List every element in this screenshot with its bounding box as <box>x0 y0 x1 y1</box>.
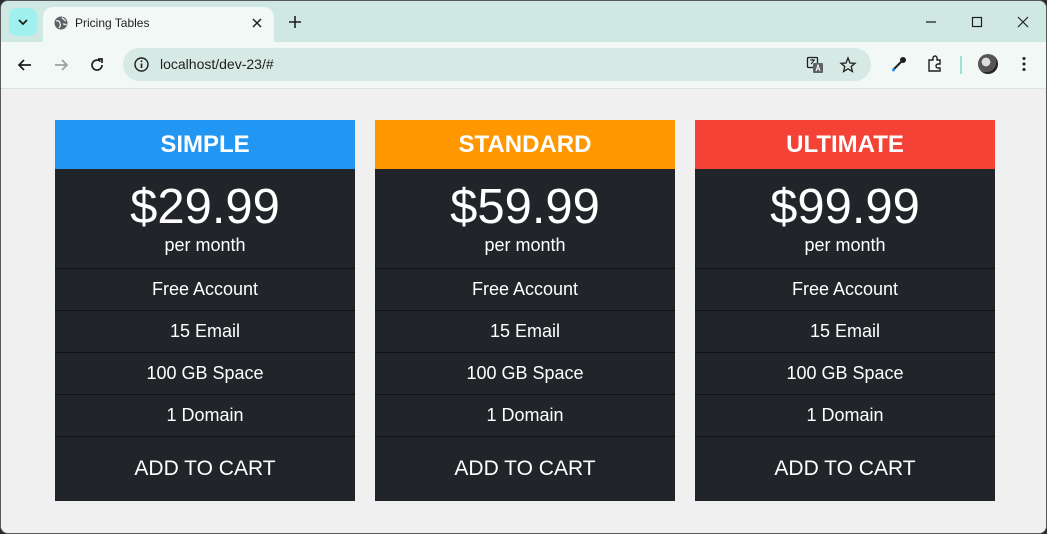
tab-strip: Pricing Tables <box>1 1 1046 42</box>
feature-item: 15 Email <box>375 311 675 353</box>
pricing-card-ultimate: ULTIMATE $99.99 per month Free Account 1… <box>695 120 995 501</box>
pricing-card-simple: SIMPLE $29.99 per month Free Account 15 … <box>55 120 355 501</box>
feature-item: Free Account <box>375 269 675 311</box>
pricing-card-standard: STANDARD $59.99 per month Free Account 1… <box>375 120 675 501</box>
page-viewport: SIMPLE $29.99 per month Free Account 15 … <box>1 89 1046 533</box>
price-block: $99.99 per month <box>695 169 995 269</box>
feature-item: 15 Email <box>695 311 995 353</box>
window-close-icon[interactable] <box>1015 14 1031 30</box>
add-to-cart-button[interactable]: ADD TO CART <box>695 437 995 501</box>
active-tab[interactable]: Pricing Tables <box>43 7 274 42</box>
back-arrow-icon[interactable] <box>15 55 35 75</box>
site-info-icon[interactable] <box>133 56 150 73</box>
translate-icon[interactable] <box>806 56 824 74</box>
url-text: localhost/dev-23/# <box>160 56 274 72</box>
feature-item: Free Account <box>695 269 995 311</box>
tab-title: Pricing Tables <box>75 16 150 30</box>
eyedropper-icon[interactable] <box>889 54 909 74</box>
address-bar[interactable]: localhost/dev-23/# <box>123 48 871 81</box>
plan-price: $29.99 <box>130 180 280 234</box>
close-icon[interactable] <box>250 16 264 30</box>
menu-kebab-icon[interactable] <box>1014 54 1034 74</box>
star-icon[interactable] <box>839 56 857 74</box>
add-to-cart-button[interactable]: ADD TO CART <box>375 437 675 501</box>
feature-item: 100 GB Space <box>695 353 995 395</box>
price-block: $29.99 per month <box>55 169 355 269</box>
minimize-icon[interactable] <box>923 14 939 30</box>
browser-toolbar: localhost/dev-23/# <box>1 42 1046 89</box>
feature-item: 15 Email <box>55 311 355 353</box>
plan-price: $99.99 <box>770 180 920 234</box>
feature-item: Free Account <box>55 269 355 311</box>
plan-name: STANDARD <box>458 130 592 158</box>
plus-icon[interactable] <box>286 13 304 31</box>
add-to-cart-button[interactable]: ADD TO CART <box>55 437 355 501</box>
plan-price: $59.99 <box>450 180 600 234</box>
plan-period: per month <box>484 235 566 255</box>
tab-search-icon[interactable] <box>9 8 37 36</box>
reload-icon[interactable] <box>87 55 107 75</box>
feature-item: 100 GB Space <box>375 353 675 395</box>
plan-header: STANDARD <box>375 120 675 169</box>
profile-avatar[interactable] <box>978 54 998 74</box>
plan-name: ULTIMATE <box>786 130 904 158</box>
toolbar-divider <box>960 56 962 74</box>
extensions-icon[interactable] <box>925 54 945 74</box>
plan-period: per month <box>164 235 246 255</box>
plan-header: SIMPLE <box>55 120 355 169</box>
feature-item: 100 GB Space <box>55 353 355 395</box>
feature-item: 1 Domain <box>55 395 355 437</box>
price-block: $59.99 per month <box>375 169 675 269</box>
plan-header: ULTIMATE <box>695 120 995 169</box>
plan-period: per month <box>804 235 886 255</box>
feature-item: 1 Domain <box>375 395 675 437</box>
forward-arrow-icon[interactable] <box>51 55 71 75</box>
browser-window: Pricing Tables localhost/dev-23/# SIMPLE… <box>0 0 1047 534</box>
feature-item: 1 Domain <box>695 395 995 437</box>
plan-name: SIMPLE <box>160 130 250 158</box>
globe-icon <box>53 15 69 31</box>
maximize-icon[interactable] <box>969 14 985 30</box>
